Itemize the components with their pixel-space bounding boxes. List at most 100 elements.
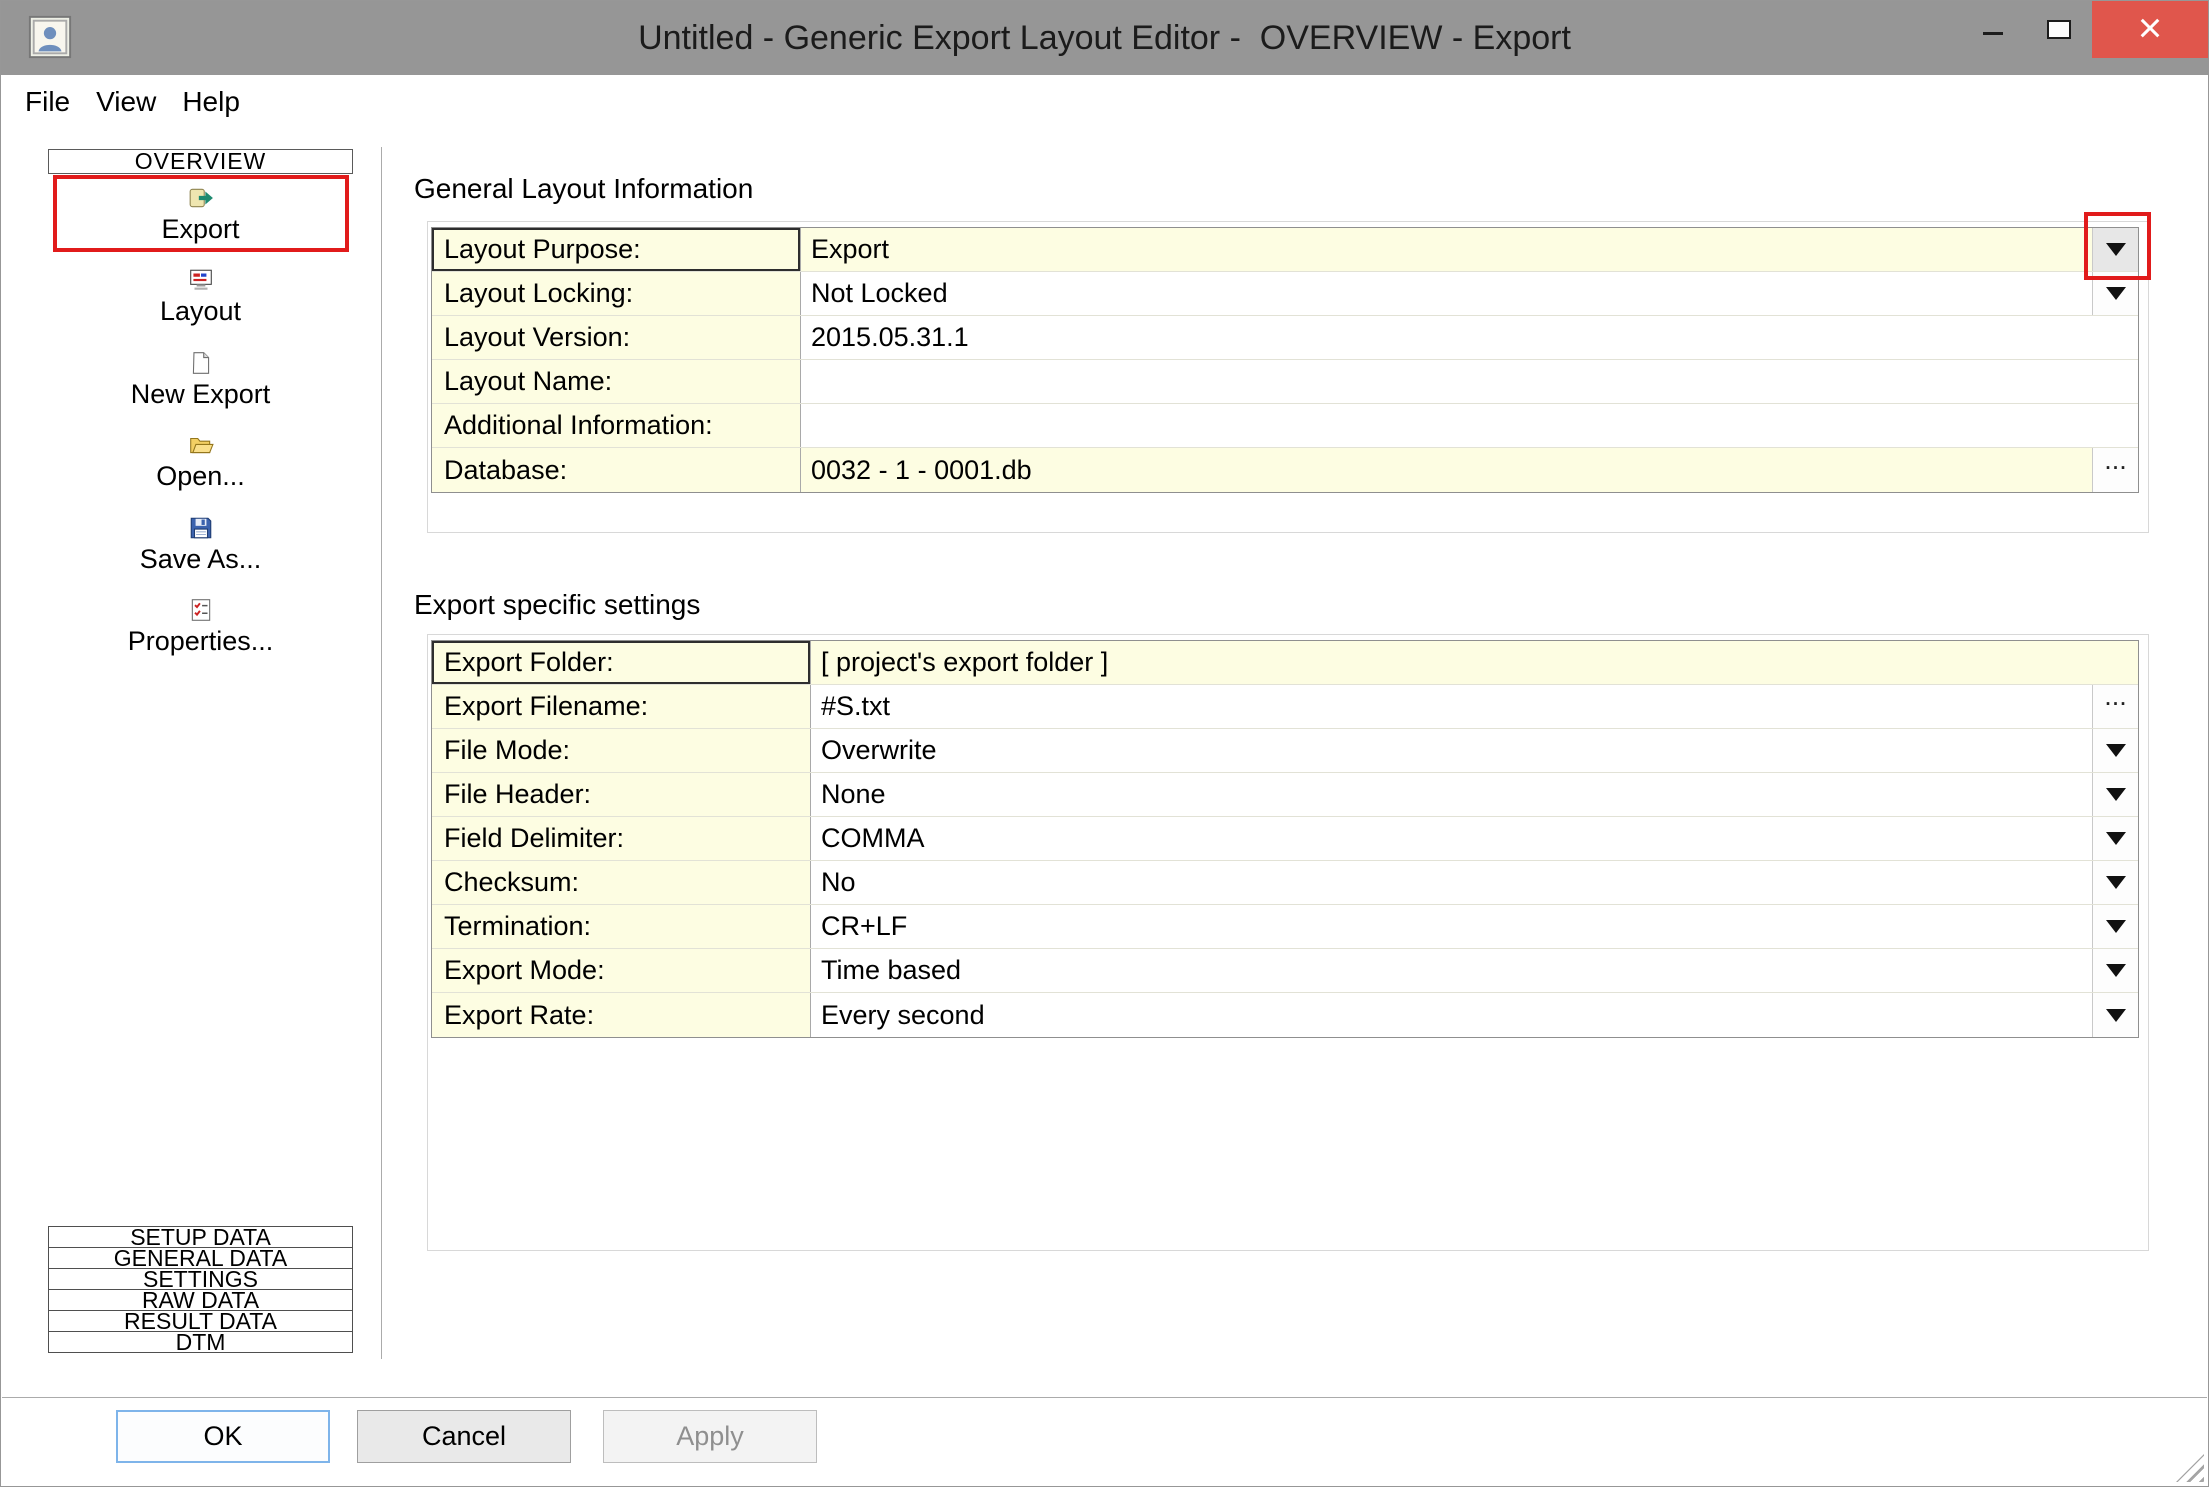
- table-row-checksum: Checksum:No: [432, 861, 2138, 905]
- dropdown-checksum[interactable]: [2092, 861, 2138, 904]
- sidebar-item-label: Layout: [160, 296, 241, 327]
- sidebar-bottom-tabs: SETUP DATAGENERAL DATASETTINGSRAW DATARE…: [48, 1226, 353, 1353]
- title-bar[interactable]: Untitled - Generic Export Layout Editor …: [1, 1, 2208, 75]
- close-icon: ×: [2138, 7, 2163, 49]
- table-row-field-delimiter: Field Delimiter:COMMA: [432, 817, 2138, 861]
- apply-button[interactable]: Apply: [603, 1410, 817, 1463]
- label-file-header: File Header:: [432, 773, 811, 816]
- window-title: Untitled - Generic Export Layout Editor …: [1, 1, 2208, 75]
- dropdown-termination[interactable]: [2092, 905, 2138, 948]
- dropdown-export-mode[interactable]: [2092, 949, 2138, 992]
- open-folder-icon: [188, 432, 214, 458]
- table-row-export-rate: Export Rate:Every second: [432, 993, 2138, 1037]
- annotation-highlight-layout-purpose-dropdown: [2084, 212, 2151, 280]
- menu-file[interactable]: File: [12, 82, 83, 122]
- value-termination[interactable]: CR+LF: [811, 905, 2092, 948]
- value-field-delimiter[interactable]: COMMA: [811, 817, 2092, 860]
- sidebar-item-label: Properties...: [128, 626, 274, 657]
- label-export-folder: Export Folder:: [432, 641, 811, 684]
- label-export-mode: Export Mode:: [432, 949, 811, 992]
- sidebar-item-properties[interactable]: Properties...: [48, 590, 353, 664]
- value-export-filename[interactable]: #S.txt: [811, 685, 2092, 728]
- resize-grip[interactable]: [2176, 1454, 2204, 1482]
- dropdown-file-mode[interactable]: [2092, 729, 2138, 772]
- label-layout-version: Layout Version:: [432, 316, 801, 359]
- label-layout-name: Layout Name:: [432, 360, 801, 403]
- label-layout-locking: Layout Locking:: [432, 272, 801, 315]
- value-layout-purpose[interactable]: Export: [801, 228, 2092, 271]
- label-file-mode: File Mode:: [432, 729, 811, 772]
- export-section-title: Export specific settings: [414, 589, 700, 621]
- maximize-button[interactable]: [2026, 1, 2092, 58]
- value-additional-information[interactable]: [801, 404, 2138, 447]
- new-export-icon: [188, 350, 214, 376]
- save-icon: [188, 515, 214, 541]
- minimize-icon: [1983, 32, 2003, 35]
- dropdown-field-delimiter[interactable]: [2092, 817, 2138, 860]
- maximize-icon: [2047, 20, 2071, 39]
- properties-icon: [188, 597, 214, 623]
- general-info-table: Layout Purpose:ExportLayout Locking:Not …: [431, 227, 2139, 493]
- browse-database[interactable]: ...: [2092, 448, 2138, 492]
- value-file-mode[interactable]: Overwrite: [811, 729, 2092, 772]
- table-row-layout-name: Layout Name:: [432, 360, 2138, 404]
- ok-button[interactable]: OK: [116, 1410, 330, 1463]
- table-row-export-filename: Export Filename:#S.txt...: [432, 685, 2138, 729]
- cancel-button[interactable]: Cancel: [357, 1410, 571, 1463]
- sidebar-item-label: New Export: [131, 379, 271, 410]
- sidebar-item-new-export[interactable]: New Export: [48, 343, 353, 417]
- app-window: Untitled - Generic Export Layout Editor …: [0, 0, 2209, 1487]
- sidebar-main-divider: [381, 147, 382, 1359]
- label-checksum: Checksum:: [432, 861, 811, 904]
- value-export-folder[interactable]: [ project's export folder ]: [811, 641, 2138, 684]
- close-button[interactable]: ×: [2092, 1, 2208, 58]
- chevron-down-icon: [2106, 1009, 2126, 1022]
- menu-view[interactable]: View: [83, 82, 169, 122]
- sidebar-item-label: Open...: [156, 461, 245, 492]
- footer-divider: [2, 1397, 2207, 1398]
- label-termination: Termination:: [432, 905, 811, 948]
- dropdown-file-header[interactable]: [2092, 773, 2138, 816]
- menu-help[interactable]: Help: [169, 82, 253, 122]
- chevron-down-icon: [2106, 744, 2126, 757]
- sidebar-item-open[interactable]: Open...: [48, 425, 353, 499]
- menu-bar: FileViewHelp: [2, 75, 2207, 129]
- table-row-additional-information: Additional Information:: [432, 404, 2138, 448]
- table-row-database: Database:0032 - 1 - 0001.db...: [432, 448, 2138, 492]
- value-export-mode[interactable]: Time based: [811, 949, 2092, 992]
- label-database: Database:: [432, 448, 801, 492]
- chevron-down-icon: [2106, 287, 2126, 300]
- layout-icon: [188, 267, 214, 293]
- sidebar-item-layout[interactable]: Layout: [48, 260, 353, 334]
- table-row-layout-purpose: Layout Purpose:Export: [432, 228, 2138, 272]
- dropdown-export-rate[interactable]: [2092, 993, 2138, 1037]
- table-row-layout-locking: Layout Locking:Not Locked: [432, 272, 2138, 316]
- value-database[interactable]: 0032 - 1 - 0001.db: [801, 448, 2092, 492]
- chevron-down-icon: [2106, 832, 2126, 845]
- sidebar-item-save-as[interactable]: Save As...: [48, 508, 353, 582]
- window-controls: ×: [1960, 1, 2208, 58]
- minimize-button[interactable]: [1960, 1, 2026, 58]
- table-row-file-mode: File Mode:Overwrite: [432, 729, 2138, 773]
- table-row-layout-version: Layout Version:2015.05.31.1: [432, 316, 2138, 360]
- export-settings-table: Export Folder:[ project's export folder …: [431, 640, 2139, 1038]
- label-export-filename: Export Filename:: [432, 685, 811, 728]
- value-export-rate[interactable]: Every second: [811, 993, 2092, 1037]
- chevron-down-icon: [2106, 788, 2126, 801]
- value-layout-locking[interactable]: Not Locked: [801, 272, 2092, 315]
- label-field-delimiter: Field Delimiter:: [432, 817, 811, 860]
- table-row-export-mode: Export Mode:Time based: [432, 949, 2138, 993]
- sidebar: OVERVIEW ExportLayoutNew ExportOpen...Sa…: [48, 149, 353, 1378]
- value-layout-version[interactable]: 2015.05.31.1: [801, 316, 2138, 359]
- value-checksum[interactable]: No: [811, 861, 2092, 904]
- chevron-down-icon: [2106, 920, 2126, 933]
- label-export-rate: Export Rate:: [432, 993, 811, 1037]
- sidebar-tab-dtm[interactable]: DTM: [48, 1331, 353, 1353]
- chevron-down-icon: [2106, 964, 2126, 977]
- general-section-title: General Layout Information: [414, 173, 753, 205]
- value-file-header[interactable]: None: [811, 773, 2092, 816]
- label-layout-purpose: Layout Purpose:: [432, 228, 801, 271]
- value-layout-name[interactable]: [801, 360, 2138, 403]
- browse-export-filename[interactable]: ...: [2092, 685, 2138, 728]
- sidebar-item-label: Save As...: [140, 544, 262, 575]
